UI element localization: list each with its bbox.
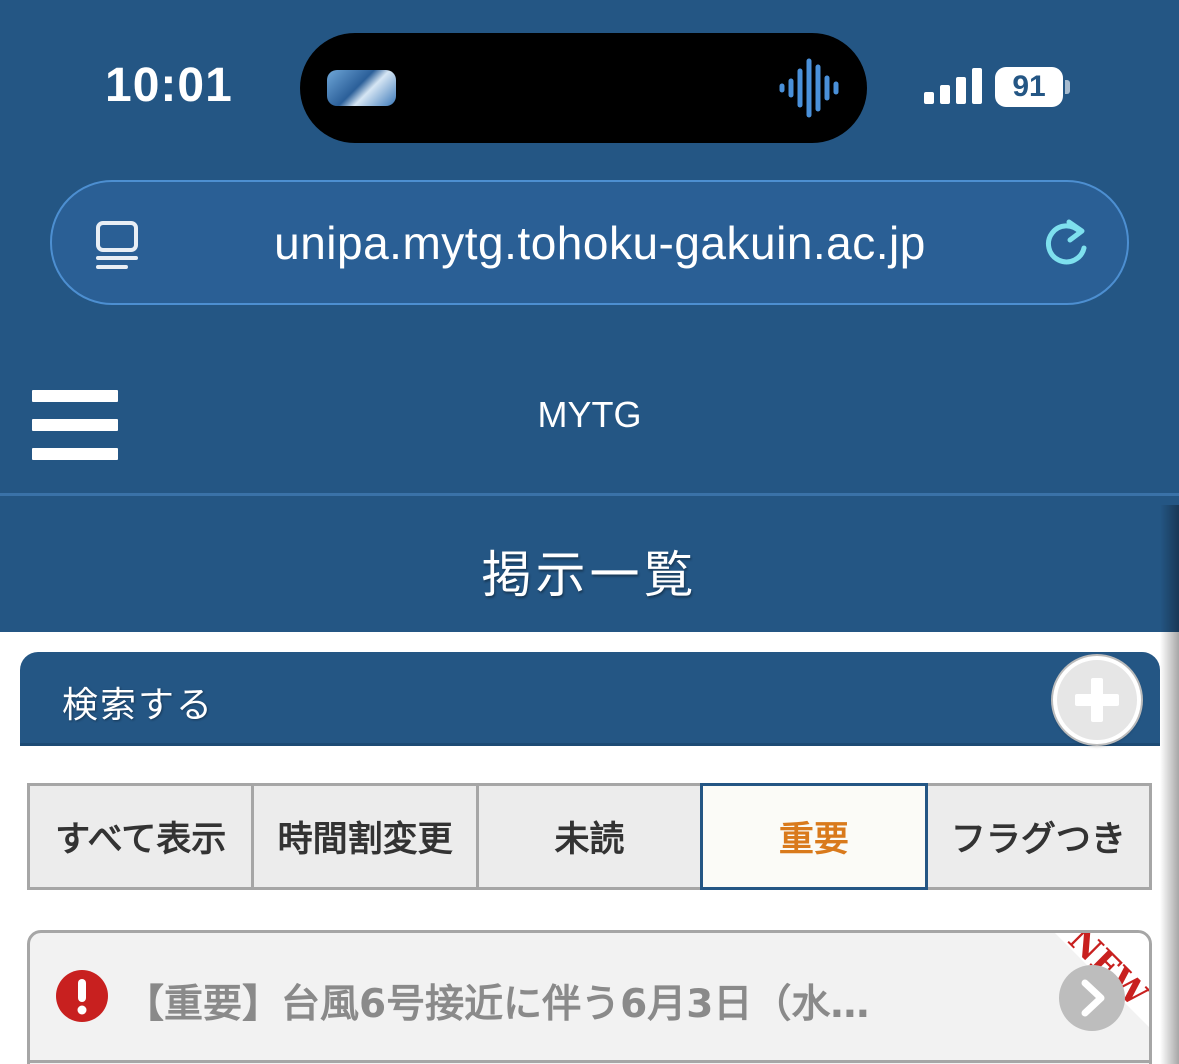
tab-flagged[interactable]: フラグつき xyxy=(924,783,1153,890)
app-title: MYTG xyxy=(537,394,642,435)
search-panel-toggle[interactable]: 検索する xyxy=(20,652,1160,746)
header-divider xyxy=(0,493,1179,496)
filter-tabs: すべて表示 時間割変更 未読 重要 フラグつき xyxy=(27,783,1153,890)
chevron-glyph xyxy=(1081,979,1105,1017)
tab-timetable-changes[interactable]: 時間割変更 xyxy=(251,783,479,890)
plus-icon[interactable] xyxy=(1053,656,1141,744)
exclamation-glyph xyxy=(77,979,87,1015)
battery-icon: 91 xyxy=(995,67,1070,107)
signal-bars-icon xyxy=(924,68,982,104)
plus-glyph xyxy=(1075,678,1119,722)
address-bar[interactable]: unipa.mytg.tohoku-gakuin.ac.jp xyxy=(50,180,1129,305)
island-thumbnail xyxy=(327,70,396,106)
list-divider xyxy=(30,1060,1149,1063)
audio-wave-icon xyxy=(779,58,839,118)
battery-level: 91 xyxy=(995,67,1063,107)
battery-nub xyxy=(1065,80,1070,94)
exclamation-icon xyxy=(56,970,108,1022)
notice-title[interactable]: 【重要】台風6号接近に伴う6月3日（水… xyxy=(125,973,1025,1029)
scroll-edge-shadow xyxy=(1160,505,1179,1064)
chevron-right-icon[interactable] xyxy=(1059,965,1125,1031)
tab-important[interactable]: 重要 xyxy=(700,783,928,890)
notice-list-item[interactable]: 【重要】台風6号接近に伴う6月3日（水… NEW xyxy=(27,930,1152,1064)
reload-icon[interactable] xyxy=(1040,218,1092,270)
status-time: 10:01 xyxy=(105,59,233,112)
dynamic-island[interactable] xyxy=(300,33,867,143)
tab-unread[interactable]: 未読 xyxy=(475,783,704,890)
page-title: 掲示一覧 xyxy=(481,546,698,604)
url-text[interactable]: unipa.mytg.tohoku-gakuin.ac.jp xyxy=(220,216,980,270)
tab-show-all[interactable]: すべて表示 xyxy=(27,783,255,890)
search-label: 検索する xyxy=(62,685,215,726)
reader-mode-icon[interactable] xyxy=(94,220,144,270)
menu-line xyxy=(32,448,118,460)
